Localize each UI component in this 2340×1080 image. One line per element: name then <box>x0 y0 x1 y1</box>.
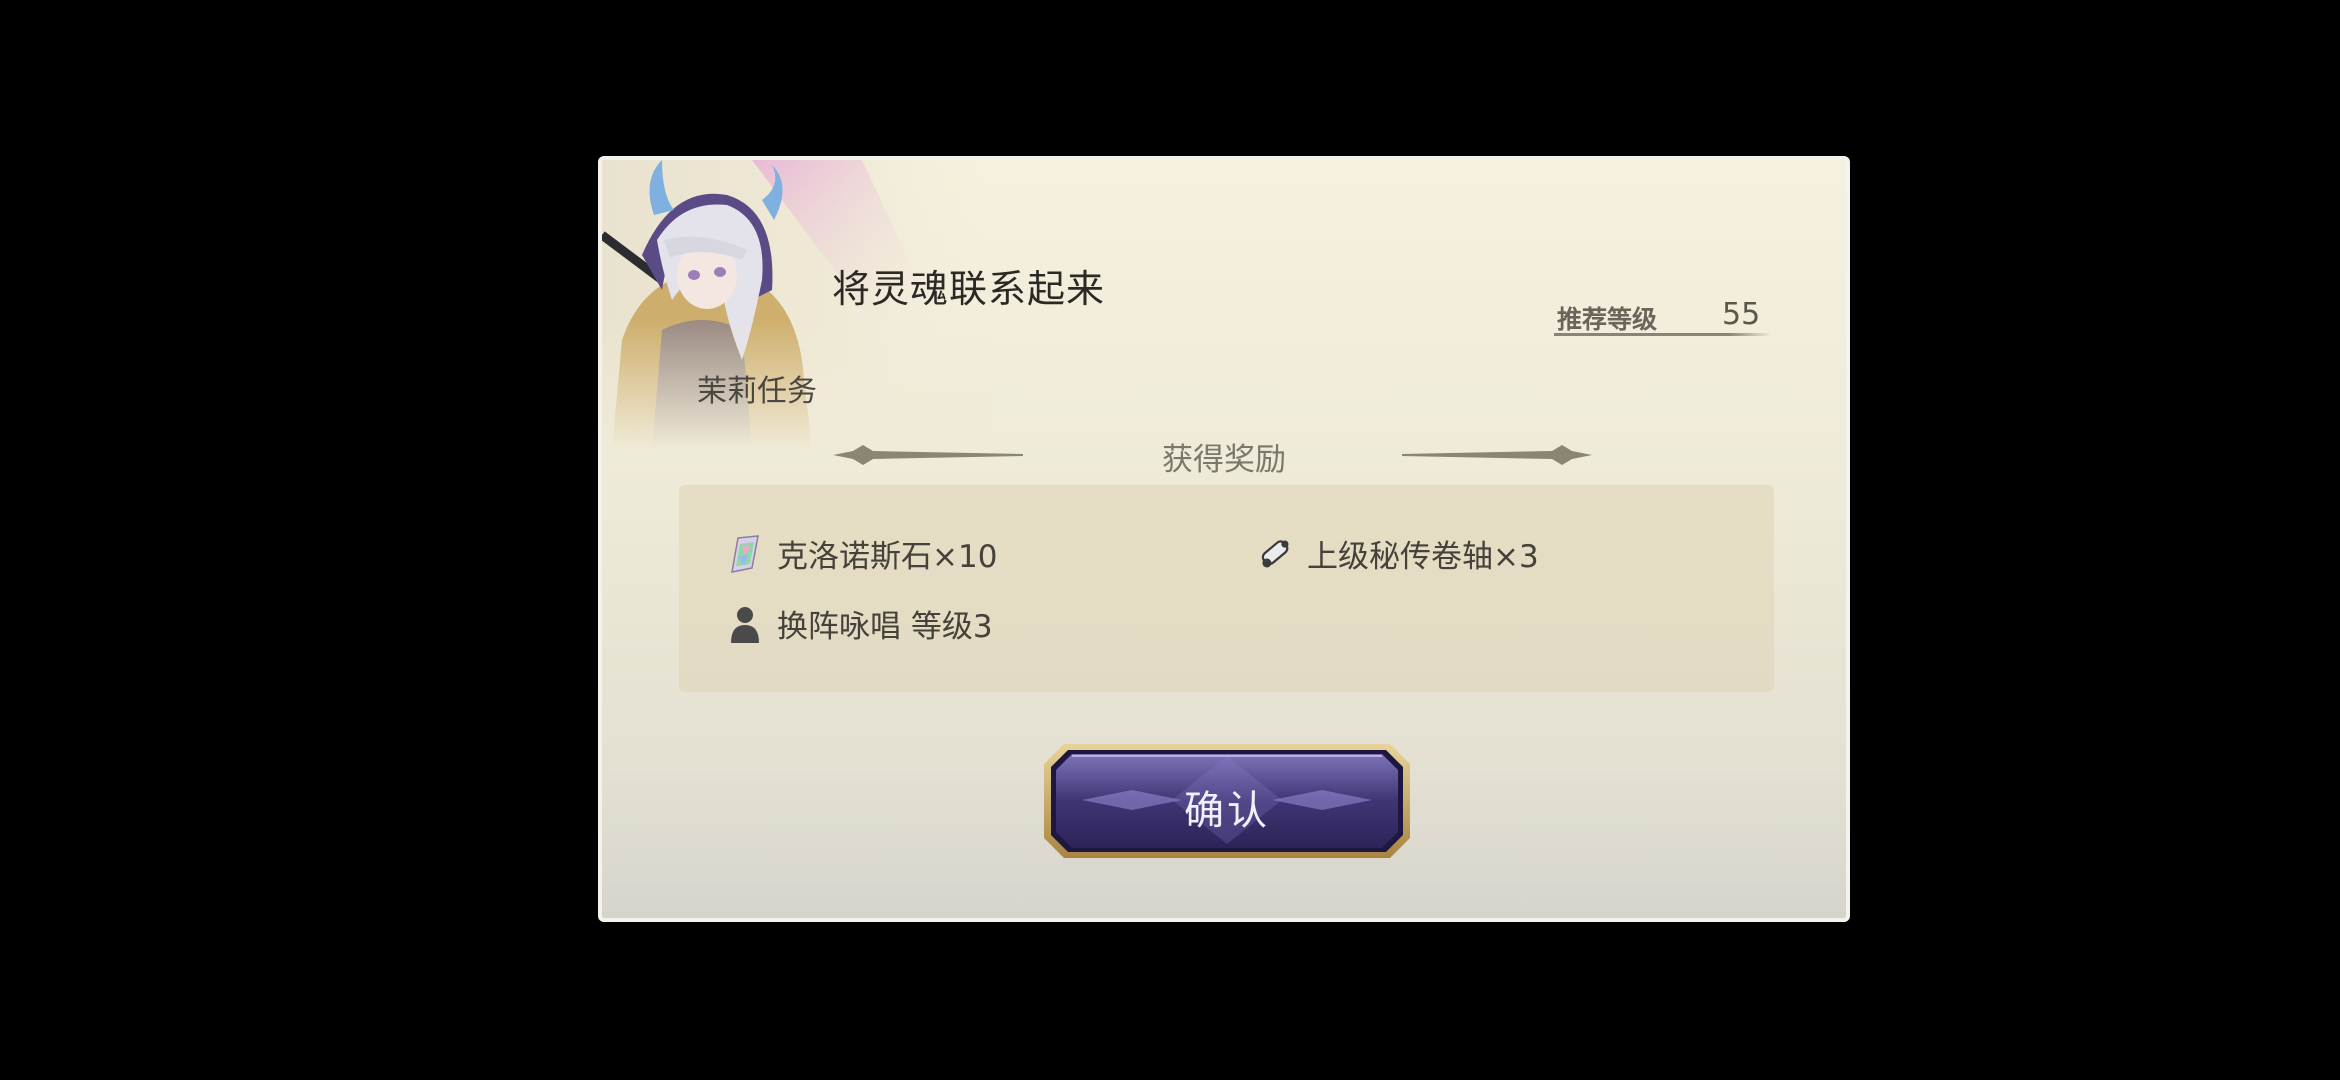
quest-title: 将灵魂联系起来 <box>832 267 1106 311</box>
quest-subtitle: 茉莉任务 <box>697 374 817 409</box>
reward-label: 克洛诺斯石×10 <box>777 539 998 575</box>
quest-reward-dialog: 将灵魂联系起来 茉莉任务 推荐等级 55 获得奖励 克洛诺斯石×10 上级秘传卷… <box>598 156 1850 922</box>
confirm-button[interactable]: 确认 <box>1042 742 1412 860</box>
reward-list: 克洛诺斯石×10 上级秘传卷轴×3 换阵咏唱 等级3 <box>679 485 1774 692</box>
reward-heading: 获得奖励 <box>1162 442 1286 478</box>
crystal-stone-icon <box>727 534 763 574</box>
scroll-icon <box>1257 534 1293 574</box>
confirm-button-label: 确认 <box>1184 788 1270 834</box>
reward-item: 克洛诺斯石×10 <box>727 531 997 576</box>
reward-item: 换阵咏唱 等级3 <box>727 601 993 646</box>
ornament-right <box>1402 445 1592 465</box>
person-icon <box>727 604 763 644</box>
reward-label: 上级秘传卷轴×3 <box>1307 539 1539 575</box>
recommended-level-label: 推荐等级 <box>1557 305 1658 334</box>
reward-label: 换阵咏唱 等级3 <box>777 609 993 645</box>
recommended-level-value: 55 <box>1722 297 1761 332</box>
recommended-level-underline <box>1554 333 1772 336</box>
reward-item: 上级秘传卷轴×3 <box>1257 531 1539 576</box>
